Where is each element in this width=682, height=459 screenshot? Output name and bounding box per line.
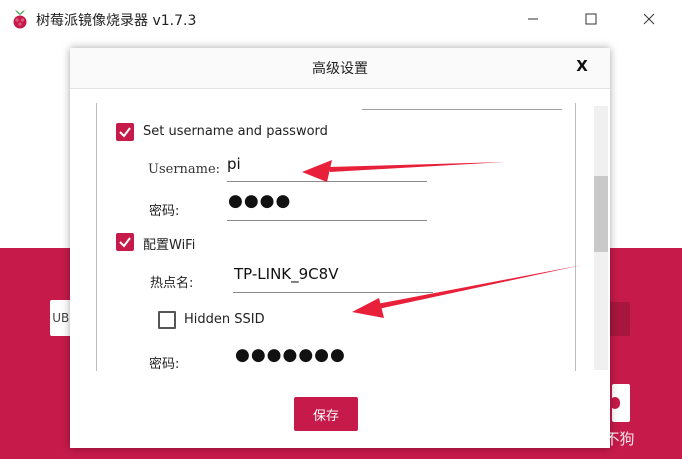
arrow-to-username-icon	[302, 160, 505, 182]
csdn-watermark: CSDN @狗头狗不狗	[497, 430, 635, 448]
annotation-arrows	[302, 160, 582, 318]
arrow-to-ssid-icon	[352, 265, 582, 318]
